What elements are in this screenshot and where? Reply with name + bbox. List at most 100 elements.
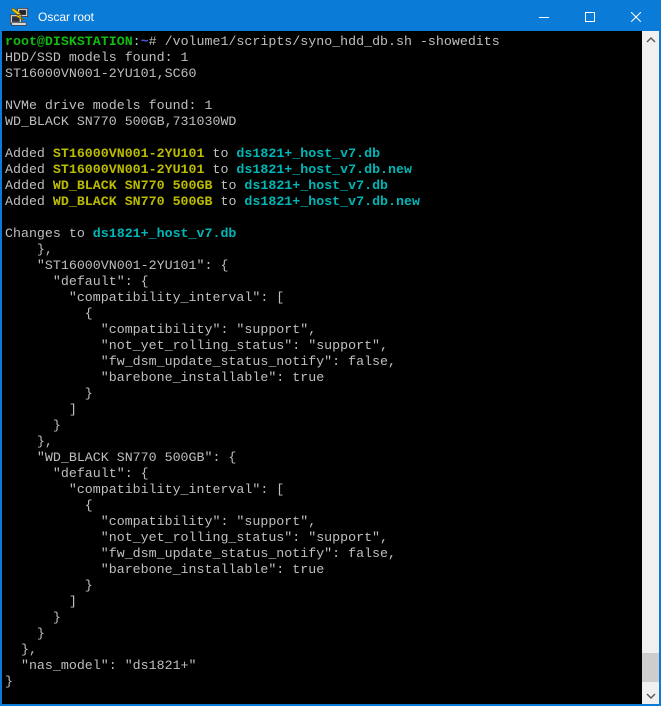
terminal-line: NVMe drive models found: 1 xyxy=(5,98,642,114)
terminal-text-segment: } xyxy=(5,626,45,641)
terminal-text-segment: WD_BLACK SN770 500GB,731030WD xyxy=(5,114,236,129)
terminal-line: } xyxy=(5,578,642,594)
terminal-text-segment: }, xyxy=(5,642,37,657)
terminal-text-segment: Added xyxy=(5,146,53,161)
terminal-line: "compatibility": "support", xyxy=(5,322,642,338)
terminal-text-segment: } xyxy=(5,578,93,593)
terminal-text-segment: # xyxy=(149,34,165,49)
terminal-line: } xyxy=(5,610,642,626)
terminal-text-segment: ST16000VN001-2YU101 xyxy=(53,146,205,161)
minimize-button[interactable] xyxy=(521,2,567,31)
terminal-line: }, xyxy=(5,242,642,258)
terminal-text-segment: to xyxy=(212,178,244,193)
terminal-text-segment: "ST16000VN001-2YU101": { xyxy=(5,258,228,273)
terminal-text-segment: ds1821+_host_v7.db xyxy=(93,226,237,241)
terminal-line xyxy=(5,130,642,146)
terminal-text-segment: } xyxy=(5,674,13,689)
terminal-line: ST16000VN001-2YU101,SC60 xyxy=(5,66,642,82)
terminal-text-segment: { xyxy=(5,306,93,321)
terminal-text-segment: } xyxy=(5,610,61,625)
terminal-text-segment: "barebone_installable": true xyxy=(5,562,324,577)
terminal-line: HDD/SSD models found: 1 xyxy=(5,50,642,66)
terminal-text-segment: ~ xyxy=(141,34,149,49)
window-body: root@DISKSTATION:~# /volume1/scripts/syn… xyxy=(2,31,659,704)
terminal-line: "compatibility": "support", xyxy=(5,514,642,530)
terminal-line: "fw_dsm_update_status_notify": false, xyxy=(5,546,642,562)
terminal-line xyxy=(5,82,642,98)
terminal-text-segment: to xyxy=(212,194,244,209)
terminal-text-segment: : xyxy=(133,34,141,49)
terminal-text-segment: "fw_dsm_update_status_notify": false, xyxy=(5,354,396,369)
terminal-line: "WD_BLACK SN770 500GB": { xyxy=(5,450,642,466)
terminal-line: Changes to ds1821+_host_v7.db xyxy=(5,226,642,242)
scroll-down-button[interactable] xyxy=(642,687,659,704)
terminal-text-segment: Changes to xyxy=(5,226,93,241)
terminal-text-segment: ] xyxy=(5,594,77,609)
terminal-line: "not_yet_rolling_status": "support", xyxy=(5,530,642,546)
terminal-text-segment: ST16000VN001-2YU101 xyxy=(53,162,205,177)
window-controls xyxy=(521,2,659,31)
terminal-text-segment: "not_yet_rolling_status": "support", xyxy=(5,530,388,545)
terminal-text-segment: "nas_model": "ds1821+" xyxy=(5,658,197,673)
terminal-line: "ST16000VN001-2YU101": { xyxy=(5,258,642,274)
terminal-line: Added ST16000VN001-2YU101 to ds1821+_hos… xyxy=(5,162,642,178)
terminal-text-segment: ] xyxy=(5,402,77,417)
terminal-text-segment: "WD_BLACK SN770 500GB": { xyxy=(5,450,236,465)
terminal-line: }, xyxy=(5,642,642,658)
maximize-button[interactable] xyxy=(567,2,613,31)
terminal-line xyxy=(5,210,642,226)
terminal-line: "default": { xyxy=(5,274,642,290)
terminal-line: ] xyxy=(5,594,642,610)
terminal-line: { xyxy=(5,498,642,514)
terminal-line: root@DISKSTATION:~# /volume1/scripts/syn… xyxy=(5,34,642,50)
titlebar[interactable]: Oscar root xyxy=(2,2,659,31)
putty-window: Oscar root root@DISKSTATION:~# /volume1/… xyxy=(0,0,661,706)
terminal-text-segment: WD_BLACK SN770 500GB xyxy=(53,194,213,209)
terminal-line: }, xyxy=(5,434,642,450)
terminal-text-segment: } xyxy=(5,418,61,433)
terminal-text-segment: to xyxy=(205,146,237,161)
terminal-text-segment: NVMe drive models found: 1 xyxy=(5,98,212,113)
terminal-line: WD_BLACK SN770 500GB,731030WD xyxy=(5,114,642,130)
terminal-text-segment: }, xyxy=(5,242,53,257)
terminal-text-segment: ds1821+_host_v7.db xyxy=(236,146,380,161)
terminal-text-segment: "not_yet_rolling_status": "support", xyxy=(5,338,388,353)
terminal-text-segment: ds1821+_host_v7.db.new xyxy=(236,162,412,177)
terminal-text-segment: }, xyxy=(5,434,53,449)
terminal-text-segment: "compatibility_interval": [ xyxy=(5,290,284,305)
terminal-screen[interactable]: root@DISKSTATION:~# /volume1/scripts/syn… xyxy=(2,31,642,704)
terminal-line: "default": { xyxy=(5,466,642,482)
scrollbar-track[interactable] xyxy=(642,48,659,687)
terminal-line: Added WD_BLACK SN770 500GB to ds1821+_ho… xyxy=(5,178,642,194)
terminal-text-segment: "default": { xyxy=(5,466,149,481)
terminal-line: ] xyxy=(5,402,642,418)
terminal-text-segment: Added xyxy=(5,194,53,209)
terminal-text-segment: /volume1/scripts/syno_hdd_db.sh -showedi… xyxy=(165,34,500,49)
terminal-text-segment: ST16000VN001-2YU101,SC60 xyxy=(5,66,197,81)
terminal-text-segment: } xyxy=(5,386,93,401)
terminal-text-segment: WD_BLACK SN770 500GB xyxy=(53,178,213,193)
terminal-line: } xyxy=(5,626,642,642)
terminal-text-segment: ds1821+_host_v7.db.new xyxy=(244,194,420,209)
close-button[interactable] xyxy=(613,2,659,31)
chevron-down-icon xyxy=(646,693,656,699)
terminal-line: "nas_model": "ds1821+" xyxy=(5,658,642,674)
terminal-line: } xyxy=(5,674,642,690)
scrollbar-thumb[interactable] xyxy=(642,653,659,682)
terminal-line: Added WD_BLACK SN770 500GB to ds1821+_ho… xyxy=(5,194,642,210)
terminal-text-segment: "compatibility": "support", xyxy=(5,514,316,529)
terminal-line: } xyxy=(5,386,642,402)
terminal-text-segment: "compatibility": "support", xyxy=(5,322,316,337)
terminal-text-segment: { xyxy=(5,498,93,513)
terminal-text-segment: "compatibility_interval": [ xyxy=(5,482,284,497)
terminal-line: "not_yet_rolling_status": "support", xyxy=(5,338,642,354)
terminal-line: } xyxy=(5,418,642,434)
terminal-line: "compatibility_interval": [ xyxy=(5,290,642,306)
putty-app-icon[interactable] xyxy=(9,7,29,27)
terminal-text-segment: Added xyxy=(5,162,53,177)
scroll-up-button[interactable] xyxy=(642,31,659,48)
terminal-text-segment: ds1821+_host_v7.db xyxy=(244,178,388,193)
scrollbar[interactable] xyxy=(642,31,659,704)
terminal-line: { xyxy=(5,306,642,322)
terminal-text-segment: root@DISKSTATION xyxy=(5,34,133,49)
